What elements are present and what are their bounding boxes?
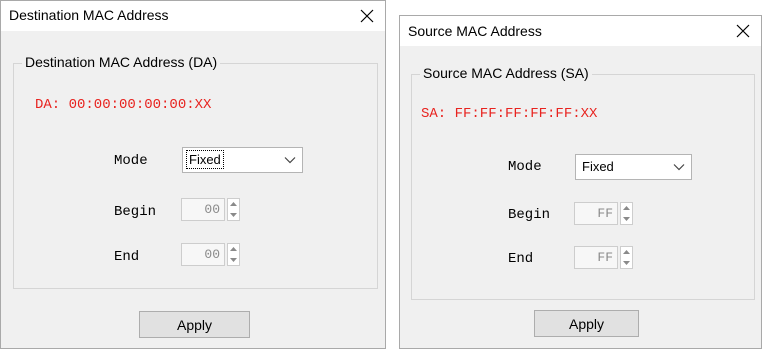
- source-mode-value: Fixed: [582, 159, 614, 174]
- source-dialog-title: Source MAC Address: [408, 23, 542, 39]
- destination-begin-label: Begin: [114, 204, 157, 220]
- destination-end-down-button[interactable]: [228, 255, 239, 265]
- source-begin-up-button[interactable]: [621, 203, 632, 213]
- spin-down-icon: [230, 213, 237, 217]
- spin-up-icon: [623, 250, 630, 254]
- source-begin-arrows: [620, 202, 633, 225]
- chevron-down-icon: [673, 164, 685, 171]
- source-mac-dialog: Source MAC Address Source MAC Address (S…: [399, 15, 762, 349]
- spin-down-icon: [623, 261, 630, 265]
- source-mode-select[interactable]: Fixed: [575, 154, 692, 180]
- spin-up-icon: [230, 247, 237, 251]
- destination-group-label: Destination MAC Address (DA): [22, 54, 221, 70]
- source-begin-label: Begin: [508, 207, 551, 223]
- destination-end-up-button[interactable]: [228, 244, 239, 254]
- source-begin-down-button[interactable]: [621, 214, 632, 224]
- destination-mode-label: Mode: [114, 153, 148, 169]
- close-icon: [360, 9, 374, 23]
- source-close-button[interactable]: [725, 16, 761, 46]
- destination-begin-field[interactable]: 00: [181, 198, 225, 221]
- source-end-label: End: [508, 251, 534, 267]
- destination-end-arrows: [227, 243, 240, 266]
- destination-end-spinner[interactable]: 00: [181, 243, 241, 266]
- source-mac-preview: SA: FF:FF:FF:FF:FF:XX: [421, 106, 598, 122]
- destination-begin-spinner[interactable]: 00: [181, 198, 241, 221]
- source-apply-button[interactable]: Apply: [534, 310, 639, 337]
- source-title-bar[interactable]: Source MAC Address: [400, 16, 761, 46]
- spin-down-icon: [230, 258, 237, 262]
- destination-mode-value: Fixed: [186, 150, 224, 169]
- source-end-arrows: [620, 246, 633, 269]
- source-end-down-button[interactable]: [621, 258, 632, 268]
- destination-end-label: End: [114, 249, 140, 265]
- source-begin-field[interactable]: FF: [574, 202, 618, 225]
- destination-mac-dialog: Destination MAC Address Destination MAC …: [0, 0, 386, 349]
- destination-begin-up-button[interactable]: [228, 199, 239, 209]
- destination-end-field[interactable]: 00: [181, 243, 225, 266]
- destination-mode-select[interactable]: Fixed: [182, 147, 303, 173]
- spin-down-icon: [623, 217, 630, 221]
- source-end-spinner[interactable]: FF: [574, 246, 634, 269]
- source-begin-spinner[interactable]: FF: [574, 202, 634, 225]
- destination-mac-preview: DA: 00:00:00:00:00:XX: [35, 97, 212, 113]
- source-end-up-button[interactable]: [621, 247, 632, 257]
- destination-begin-down-button[interactable]: [228, 210, 239, 220]
- spin-up-icon: [623, 206, 630, 210]
- source-end-field[interactable]: FF: [574, 246, 618, 269]
- destination-close-button[interactable]: [349, 1, 385, 31]
- destination-dialog-title: Destination MAC Address: [9, 7, 169, 23]
- source-group-label: Source MAC Address (SA): [420, 65, 592, 81]
- destination-title-bar[interactable]: Destination MAC Address: [1, 1, 385, 31]
- chevron-down-icon: [284, 157, 296, 164]
- source-mode-label: Mode: [508, 159, 542, 175]
- destination-begin-arrows: [227, 198, 240, 221]
- spin-up-icon: [230, 202, 237, 206]
- destination-apply-button[interactable]: Apply: [139, 311, 250, 338]
- close-icon: [736, 24, 750, 38]
